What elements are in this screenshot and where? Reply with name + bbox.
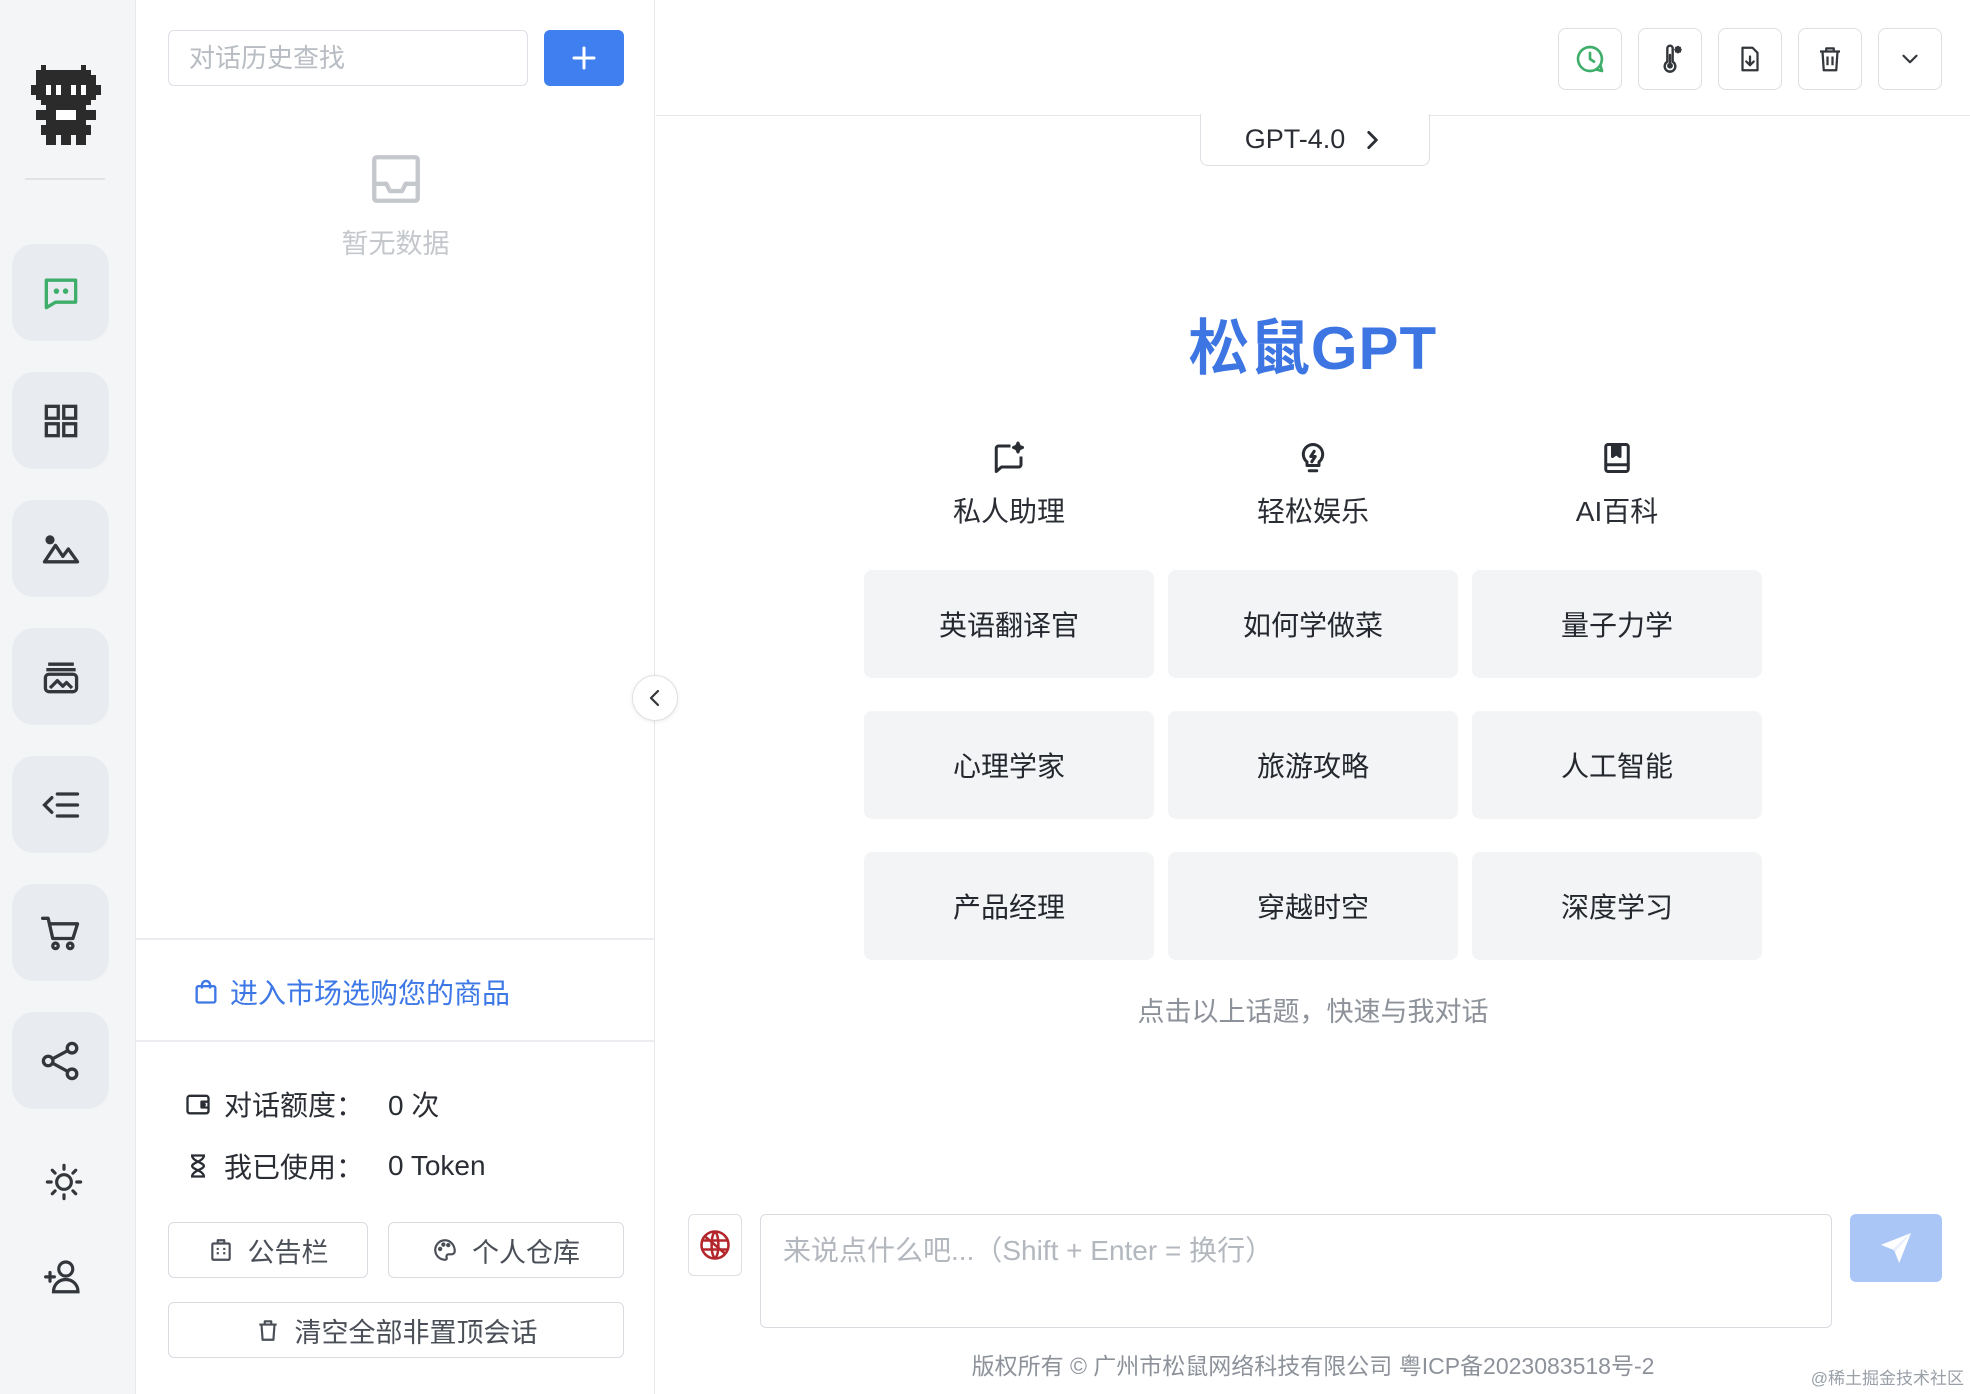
gallery-icon: [39, 655, 83, 699]
personal-warehouse-label: 个人仓库: [472, 1237, 580, 1268]
nav-share[interactable]: [12, 1012, 109, 1109]
nav-image[interactable]: [12, 500, 109, 597]
divider: [136, 1040, 655, 1042]
more-menu-button[interactable]: [1878, 28, 1942, 90]
assistant-icon: [991, 440, 1027, 476]
apps-grid-icon: [39, 399, 83, 443]
plus-icon: [569, 43, 599, 73]
hourglass-icon: [184, 1152, 224, 1180]
top-toolbar: [656, 0, 1970, 116]
category-personal-assistant: 私人助理: [864, 440, 1154, 530]
nav-chat[interactable]: [12, 244, 109, 341]
chevron-left-icon: [643, 686, 667, 710]
chat-main: GPT-4.0 松鼠GPT 私人助理 轻松娱乐 AI百科 英语翻译官 如何学做菜…: [656, 0, 1970, 1394]
icon-rail: [0, 0, 136, 1394]
category-ai-encyclopedia: AI百科: [1472, 440, 1762, 530]
outline-icon: [39, 783, 83, 827]
wallet-icon: [184, 1090, 224, 1118]
nav-outline[interactable]: [12, 756, 109, 853]
app-logo[interactable]: [31, 65, 101, 145]
message-input[interactable]: [760, 1214, 1832, 1328]
brand-title: 松鼠GPT: [1188, 315, 1438, 382]
watermark: @稀土掘金技术社区: [1810, 1369, 1964, 1388]
lightbulb-icon: [1295, 440, 1331, 476]
topic-card[interactable]: 深度学习: [1472, 852, 1762, 960]
chat-icon: [39, 271, 83, 315]
empty-state: 暂无数据: [136, 150, 655, 261]
divider: [136, 938, 655, 940]
market-link-label: 进入市场选购您的商品: [230, 978, 511, 1009]
topic-hint: 点击以上话题，快速与我对话: [1137, 997, 1489, 1027]
notice-board-label: 公告栏: [247, 1237, 329, 1268]
quota-row: 对话额度： 0 次: [184, 1084, 439, 1124]
category-entertainment: 轻松娱乐: [1168, 440, 1458, 530]
topic-card[interactable]: 心理学家: [864, 711, 1154, 819]
rail-divider: [25, 178, 105, 180]
trash-icon: [255, 1317, 281, 1343]
nav-market[interactable]: [12, 884, 109, 981]
cart-icon: [39, 911, 83, 955]
building-icon: [208, 1237, 234, 1263]
personal-warehouse-button[interactable]: 个人仓库: [388, 1222, 624, 1278]
new-chat-button[interactable]: [544, 30, 624, 86]
theme-toggle[interactable]: [40, 1158, 88, 1206]
category-label: 轻松娱乐: [1256, 496, 1369, 527]
history-panel: 暂无数据 进入市场选购您的商品 对话额度： 0 次 我已使用： 0 Token …: [136, 0, 655, 1394]
temperature-button[interactable]: [1638, 28, 1702, 90]
chat-history-icon: [1574, 43, 1606, 75]
palette-icon: [432, 1237, 458, 1263]
delete-icon: [1815, 44, 1845, 74]
web-search-toggle[interactable]: [688, 1214, 742, 1276]
shopping-bag-icon: [192, 978, 220, 1006]
model-selector[interactable]: GPT-4.0: [1200, 114, 1430, 166]
history-search-input[interactable]: [168, 30, 528, 86]
nav-gallery[interactable]: [12, 628, 109, 725]
topic-card[interactable]: 量子力学: [1472, 570, 1762, 678]
send-button[interactable]: [1850, 1214, 1942, 1282]
send-icon: [1877, 1229, 1915, 1267]
empty-text: 暂无数据: [341, 229, 450, 259]
quota-label: 对话额度：: [224, 1090, 365, 1121]
notice-board-button[interactable]: 公告栏: [168, 1222, 368, 1278]
login-button[interactable]: [40, 1252, 88, 1300]
usage-label: 我已使用：: [224, 1152, 365, 1183]
book-icon: [1599, 440, 1635, 476]
share-icon: [39, 1039, 83, 1083]
market-link[interactable]: 进入市场选购您的商品: [192, 972, 510, 1012]
sun-icon: [43, 1161, 85, 1203]
copyright-footer: 版权所有 © 广州市松鼠网络科技有限公司 粤ICP备2023083518号-2: [971, 1353, 1655, 1379]
usage-value: 0 Token: [388, 1150, 486, 1181]
topic-card[interactable]: 穿越时空: [1168, 852, 1458, 960]
inbox-icon: [367, 150, 425, 208]
chevron-right-icon: [1359, 127, 1385, 153]
clear-sessions-button[interactable]: 清空全部非置顶会话: [168, 1302, 624, 1358]
export-icon: [1735, 44, 1765, 74]
topic-card[interactable]: 旅游攻略: [1168, 711, 1458, 819]
quota-value: 0 次: [388, 1090, 440, 1121]
chevron-down-icon: [1897, 46, 1923, 72]
category-label: 私人助理: [952, 496, 1065, 527]
topic-card[interactable]: 产品经理: [864, 852, 1154, 960]
usage-row: 我已使用： 0 Token: [184, 1146, 486, 1186]
export-button[interactable]: [1718, 28, 1782, 90]
topic-card[interactable]: 人工智能: [1472, 711, 1762, 819]
temperature-icon: [1654, 43, 1686, 75]
add-user-icon: [43, 1255, 85, 1297]
category-label: AI百科: [1575, 496, 1659, 527]
model-name: GPT-4.0: [1244, 124, 1346, 154]
clear-sessions-label: 清空全部非置顶会话: [294, 1317, 538, 1348]
topic-card[interactable]: 英语翻译官: [864, 570, 1154, 678]
globe-icon: [697, 1227, 733, 1263]
topic-card[interactable]: 如何学做菜: [1168, 570, 1458, 678]
collapse-panel-button[interactable]: [632, 675, 678, 721]
image-icon: [39, 527, 83, 571]
nav-apps[interactable]: [12, 372, 109, 469]
history-button[interactable]: [1558, 28, 1622, 90]
delete-chat-button[interactable]: [1798, 28, 1862, 90]
